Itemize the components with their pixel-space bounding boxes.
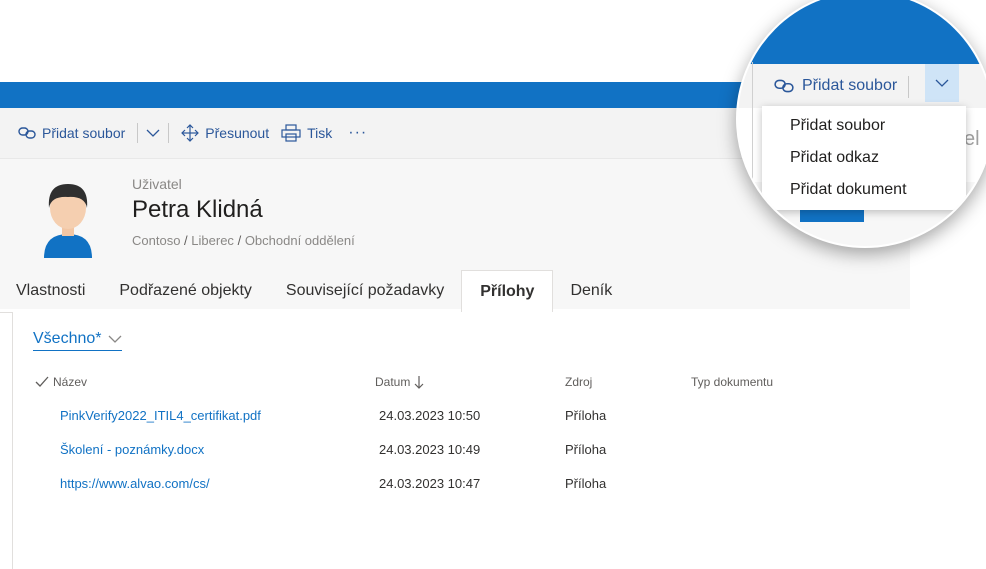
column-header-name-label: Název (53, 375, 88, 389)
breadcrumb-item[interactable]: Obchodní oddělení (245, 233, 355, 248)
menu-item-add-file[interactable]: Přidat soubor (762, 110, 966, 142)
attachment-source: Příloha (565, 442, 607, 457)
column-header-date-label: Datum (375, 375, 411, 389)
sort-descending-icon (414, 375, 424, 389)
print-label: Tisk (307, 125, 333, 141)
column-header-name[interactable]: Název (35, 375, 87, 389)
object-type-label: Uživatel (132, 176, 182, 192)
table-row[interactable]: https://www.alvao.com/cs/ 24.03.2023 10:… (13, 468, 911, 502)
attachment-date: 24.03.2023 10:49 (379, 442, 481, 457)
zoom-add-file-label: Přidat soubor (802, 77, 898, 94)
add-file-label: Přidat soubor (42, 125, 126, 141)
toolbar-divider (908, 76, 909, 98)
attachment-source: Příloha (565, 476, 607, 491)
attachment-source: Příloha (565, 408, 607, 423)
attachment-date: 24.03.2023 10:47 (379, 476, 481, 491)
toolbar-divider (137, 123, 139, 143)
add-file-dropdown-button[interactable] (144, 108, 162, 158)
more-options-button[interactable]: ··· (338, 124, 377, 142)
breadcrumb-item[interactable]: Contoso (132, 233, 180, 248)
zoom-add-file-dropdown-button[interactable] (925, 64, 959, 102)
view-filter-label: Všechno* (33, 330, 102, 347)
chevron-down-icon (146, 128, 160, 138)
chevron-down-icon (108, 334, 122, 344)
zoom-divider (752, 62, 753, 202)
toolbar-divider (168, 123, 170, 143)
printer-icon (281, 124, 301, 142)
column-header-doc-type[interactable]: Typ dokumentu (691, 375, 773, 389)
column-header-source[interactable]: Zdroj (565, 375, 592, 389)
column-header-date[interactable]: Datum (375, 375, 424, 389)
move-button[interactable]: Přesunout (175, 108, 275, 158)
attachments-panel: Všechno* Název Datum Zdroj Typ dokumentu… (12, 312, 911, 569)
menu-item-add-link[interactable]: Přidat odkaz (762, 142, 966, 174)
table-row[interactable]: Školení - poznámky.docx 24.03.2023 10:49… (13, 434, 911, 468)
move-label: Přesunout (205, 125, 270, 141)
breadcrumb: Contoso / Liberec / Obchodní oddělení (132, 233, 355, 248)
tab-attachments[interactable]: Přílohy (461, 270, 554, 314)
attachment-name-link[interactable]: PinkVerify2022_ITIL4_certifikat.pdf (60, 408, 261, 423)
tab-child-objects[interactable]: Podřazené objekty (102, 270, 269, 312)
add-file-button[interactable]: Přidat soubor (0, 108, 131, 158)
zoom-add-file-button[interactable]: Přidat soubor (774, 64, 897, 108)
breadcrumb-separator: / (237, 233, 242, 248)
tab-properties[interactable]: Vlastnosti (0, 270, 102, 312)
attachment-name-link[interactable]: Školení - poznámky.docx (60, 442, 204, 457)
tab-bar: Vlastnosti Podřazené objekty Související… (0, 270, 910, 314)
chevron-down-icon (934, 78, 950, 88)
breadcrumb-item[interactable]: Liberec (191, 233, 234, 248)
link-icon (18, 126, 36, 140)
user-avatar (38, 178, 98, 258)
attachment-date: 24.03.2023 10:50 (379, 408, 481, 423)
partial-text: el (964, 128, 980, 150)
zoom-callout: Přidat soubor el Cont Přidat soubor Přid… (736, 0, 986, 248)
table-row[interactable]: PinkVerify2022_ITIL4_certifikat.pdf 24.0… (13, 400, 911, 434)
zoom-header-bar (738, 0, 986, 64)
menu-item-add-document[interactable]: Přidat dokument (762, 174, 966, 206)
add-dropdown-menu: Přidat soubor Přidat odkaz Přidat dokume… (762, 106, 966, 210)
print-button[interactable]: Tisk (275, 108, 338, 158)
view-filter-dropdown[interactable]: Všechno* (33, 330, 122, 351)
move-icon (181, 124, 200, 142)
page-title: Petra Klidná (132, 196, 263, 223)
tab-related-requests[interactable]: Související požadavky (269, 270, 461, 312)
attachment-name-link[interactable]: https://www.alvao.com/cs/ (60, 476, 210, 491)
tab-journal[interactable]: Deník (553, 270, 629, 312)
checkmark-icon (35, 376, 49, 388)
link-icon (774, 78, 794, 94)
breadcrumb-separator: / (184, 233, 188, 248)
